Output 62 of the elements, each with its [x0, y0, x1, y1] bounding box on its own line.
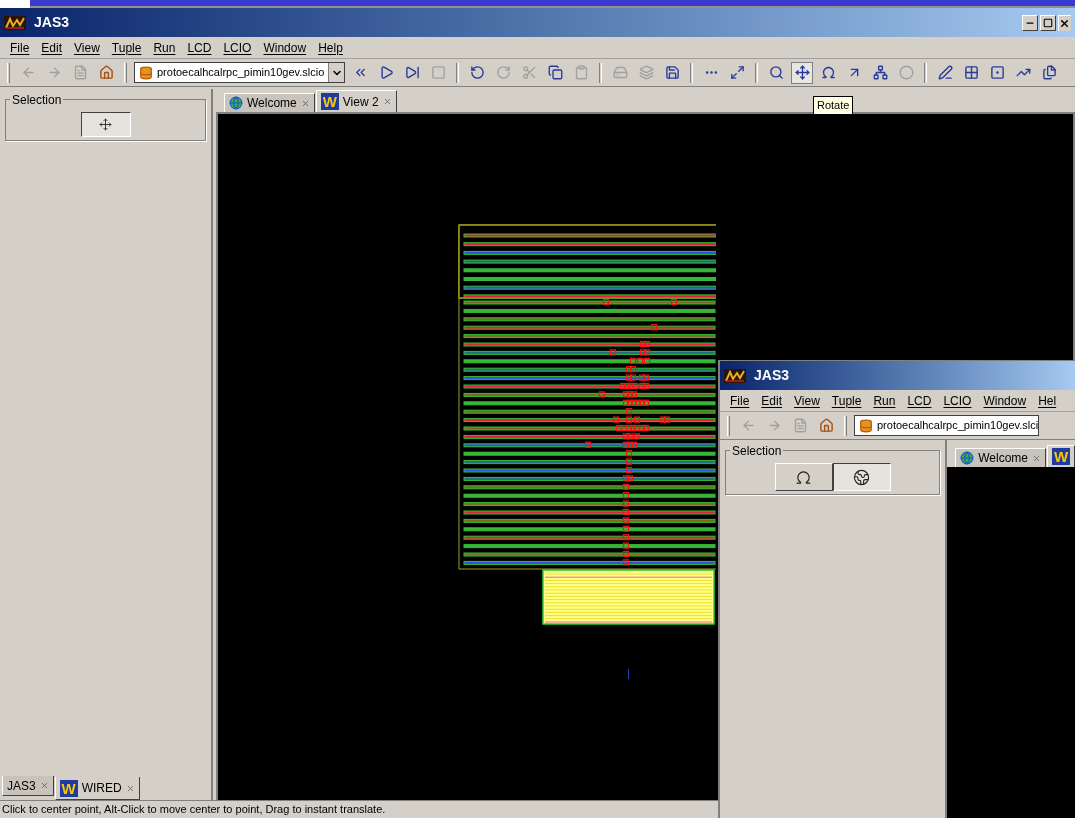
- menu-item[interactable]: View: [68, 38, 106, 57]
- omega-mode-button[interactable]: [774, 463, 833, 491]
- move-icon: [99, 118, 112, 131]
- window-title: JAS3: [754, 366, 790, 385]
- menu-item[interactable]: Run: [867, 391, 902, 410]
- maximize-button[interactable]: [1040, 14, 1056, 31]
- chart-logo-icon: [724, 368, 746, 383]
- menu-item[interactable]: Run: [147, 38, 182, 57]
- tab-label: JAS3: [7, 777, 36, 795]
- menu-item[interactable]: Edit: [35, 38, 69, 57]
- file-select[interactable]: protoecalhcalrpc_pimin10gev.slcio: [134, 62, 346, 83]
- close-icon: [1059, 17, 1070, 29]
- w-logo-icon: W: [59, 779, 78, 797]
- globe-icon: [853, 468, 871, 486]
- menu-item[interactable]: Hel: [1032, 391, 1063, 410]
- cylinder-icon: [859, 418, 873, 433]
- close-button[interactable]: [1058, 14, 1071, 31]
- view-tab[interactable]: Welcome: [224, 93, 315, 112]
- file-name: protoecalhcalrpc_pimin10gev.slci: [877, 418, 1039, 434]
- view-tab[interactable]: W View 2: [315, 90, 397, 112]
- menu-item[interactable]: Window: [977, 391, 1033, 410]
- tooltip: Rotate: [813, 96, 854, 115]
- view-tab[interactable]: Welcome: [955, 448, 1046, 467]
- globe-icon: [229, 96, 243, 110]
- menu-item[interactable]: File: [4, 38, 36, 57]
- tab-label: Welcome: [978, 450, 1028, 467]
- globe-icon: [960, 451, 975, 465]
- tab-label: View 2: [342, 93, 379, 111]
- panel-tab[interactable]: W WIRED: [54, 777, 140, 800]
- menu-item[interactable]: Tuple: [825, 391, 868, 410]
- maximize-icon: [1043, 17, 1053, 28]
- close-tab-icon[interactable]: [125, 783, 135, 793]
- panel-tab[interactable]: JAS3: [2, 776, 54, 796]
- file-select[interactable]: protoecalhcalrpc_pimin10gev.slci: [854, 415, 1040, 436]
- w-logo-icon: W: [320, 93, 339, 110]
- menu-item[interactable]: Edit: [755, 391, 789, 410]
- move-mode-button[interactable]: [80, 112, 131, 137]
- minimize-button[interactable]: [1022, 14, 1038, 31]
- close-tab-icon[interactable]: [300, 98, 310, 108]
- globe-mode-button[interactable]: [832, 463, 891, 491]
- menu-item[interactable]: LCIO: [937, 391, 978, 410]
- menu-item[interactable]: Help: [312, 38, 349, 57]
- track-mark: [628, 669, 629, 679]
- menu-item[interactable]: LCD: [901, 391, 938, 410]
- window-title: JAS3: [34, 13, 70, 32]
- menu-item[interactable]: Window: [257, 38, 313, 57]
- close-tab-icon[interactable]: [382, 97, 392, 106]
- menu-item[interactable]: LCD: [181, 38, 218, 57]
- close-tab-icon[interactable]: [1032, 453, 1041, 463]
- omega-icon: [795, 468, 813, 486]
- menu-item[interactable]: LCIO: [217, 38, 258, 57]
- menu-item[interactable]: View: [788, 391, 826, 410]
- chart-logo-icon: [4, 15, 26, 30]
- file-name: protoecalhcalrpc_pimin10gev.slcio: [157, 65, 325, 81]
- menu-item[interactable]: Tuple: [105, 38, 148, 57]
- close-tab-icon[interactable]: [39, 781, 49, 790]
- cylinder-icon: [139, 65, 153, 80]
- view-tab[interactable]: W: [1047, 445, 1075, 467]
- tab-label: WIRED: [81, 780, 122, 797]
- w-logo-icon: W: [1052, 448, 1070, 465]
- menu-item[interactable]: File: [724, 391, 756, 410]
- tab-label: Welcome: [247, 95, 297, 112]
